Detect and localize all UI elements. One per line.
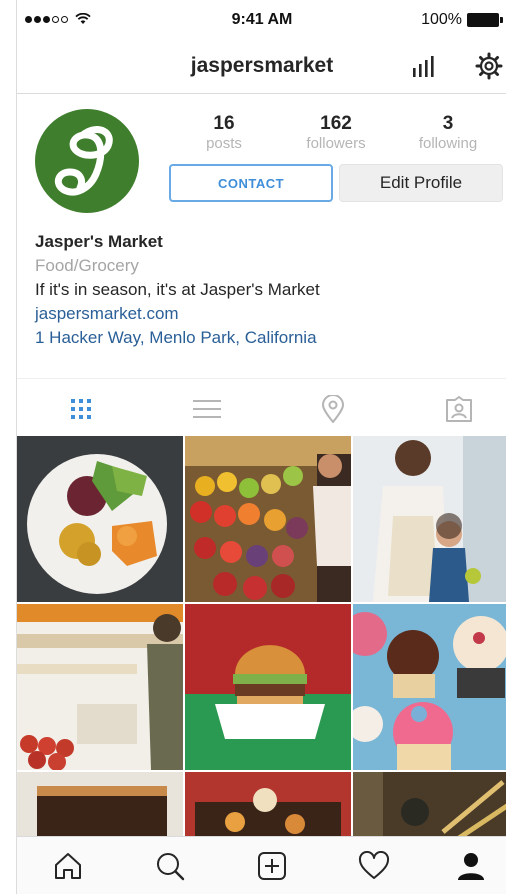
produce-market-photo (185, 436, 351, 602)
nav-profile[interactable] (455, 850, 487, 882)
edit-profile-button[interactable]: Edit Profile (339, 164, 503, 202)
post-thumbnail-salad[interactable] (17, 436, 183, 602)
following-count-value: 3 (442, 113, 454, 134)
gear-icon[interactable] (475, 52, 503, 80)
battery-percent: 100% (421, 11, 462, 28)
battery-icon (467, 13, 503, 27)
tab-list[interactable] (191, 393, 223, 425)
following-count[interactable]: 3 following (393, 113, 503, 153)
bottom-nav (17, 836, 506, 894)
address-link[interactable]: 1 Hacker Way, Menlo Park, California (35, 326, 495, 350)
profile-icon (458, 853, 484, 880)
post-thumbnail-shelves[interactable] (17, 604, 183, 770)
nav-search[interactable] (154, 850, 186, 882)
food-tray-photo (185, 772, 351, 836)
posts-count[interactable]: 16 posts (169, 113, 279, 153)
post-thumbnail-tray[interactable] (185, 772, 351, 836)
post-thumbnail-cupcakes[interactable] (353, 604, 506, 770)
heart-icon (358, 851, 390, 879)
tab-grid[interactable] (65, 393, 97, 425)
status-bar: 9:41 AM 100% (17, 0, 506, 40)
nav-activity[interactable] (358, 850, 390, 882)
posts-count-value: 16 (213, 113, 235, 134)
profile-bio: Jasper's Market Food/Grocery If it's in … (35, 230, 495, 350)
market-shelves-photo (17, 604, 183, 770)
post-thumbnail-wheat[interactable] (353, 772, 506, 836)
grid-view-icon (71, 399, 91, 419)
photo-grid (17, 436, 506, 836)
profile-description: If it's in season, it's at Jasper's Mark… (35, 280, 320, 299)
nav-bar: jaspersmarket (17, 40, 506, 94)
profile-view-tabs (17, 378, 506, 436)
website-link[interactable]: jaspersmarket.com (35, 302, 495, 326)
followers-count[interactable]: 162 followers (281, 113, 391, 153)
list-view-icon (193, 400, 221, 418)
post-thumbnail-burger[interactable] (185, 604, 351, 770)
battery-indicator: 100% (421, 11, 503, 29)
burger-photo (185, 604, 351, 770)
salad-bowl-photo (17, 436, 183, 602)
tab-location[interactable] (317, 393, 349, 425)
followers-count-label: followers (306, 135, 366, 152)
nav-home[interactable] (52, 850, 84, 882)
home-icon (55, 853, 81, 879)
stats-icon[interactable] (411, 56, 437, 78)
nav-add-post[interactable] (256, 850, 288, 882)
following-count-label: following (418, 135, 478, 152)
add-post-icon (258, 852, 286, 880)
followers-count-value: 162 (320, 113, 352, 134)
post-thumbnail-bread[interactable] (17, 772, 183, 836)
profile-category: Food/Grocery (35, 256, 139, 275)
post-thumbnail-shopping[interactable] (353, 436, 506, 602)
posts-count-label: posts (206, 135, 242, 152)
tagged-photos-icon (446, 396, 472, 422)
wheat-stalks-photo (353, 772, 506, 836)
post-thumbnail-produce[interactable] (185, 436, 351, 602)
contact-button[interactable]: CONTACT (169, 164, 333, 202)
tab-tagged[interactable] (443, 393, 475, 425)
avatar[interactable] (35, 109, 139, 213)
profile-name: Jasper's Market (35, 232, 163, 251)
mother-daughter-shopping-photo (353, 436, 506, 602)
jaspers-market-logo (54, 126, 113, 196)
bread-photo (17, 772, 183, 836)
cupcakes-photo (353, 604, 506, 770)
phone-screen: 9:41 AM 100% jaspersmarket 16 posts 162 … (16, 0, 506, 894)
location-pin-icon (321, 395, 345, 423)
search-icon (157, 853, 185, 881)
